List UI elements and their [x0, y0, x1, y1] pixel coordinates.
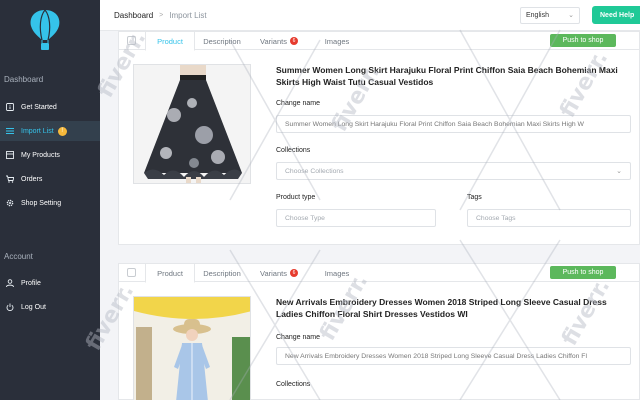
chevron-right-icon: > [159, 12, 164, 19]
variants-count-badge: 6 [289, 37, 298, 45]
breadcrumb-import-list: Import List [169, 11, 207, 20]
tags-select[interactable]: Choose Tags [467, 209, 631, 227]
products-icon [6, 151, 14, 159]
tab-variants[interactable]: Variants 6 [249, 32, 309, 50]
change-name-input[interactable]: New Arrivals Embroidery Dresses Women 20… [276, 347, 631, 365]
product-title: Summer Women Long Skirt Harajuku Floral … [276, 65, 618, 87]
tags-label: Tags [467, 194, 482, 201]
sidebar-item-label: Orders [21, 175, 43, 183]
tab-variants[interactable]: Variants 6 [249, 264, 309, 282]
change-name-label: Change name [276, 100, 320, 107]
sidebar-item-profile[interactable]: Profile [0, 273, 100, 293]
push-to-shop-button[interactable]: Push to shop [550, 34, 616, 47]
info-icon [6, 103, 14, 111]
language-value: English [526, 12, 549, 19]
sidebar-item-get-started[interactable]: Get Started [0, 97, 100, 117]
product-image [133, 296, 251, 400]
chevron-down-icon: ⌄ [616, 168, 622, 175]
need-help-button[interactable]: Need Help [592, 6, 640, 24]
cart-icon [6, 175, 14, 183]
tab-product[interactable]: Product [145, 32, 195, 51]
collections-placeholder: Choose Collections [285, 167, 344, 175]
sidebar-item-import-list[interactable]: Import List ! [0, 121, 100, 141]
sidebar-item-my-products[interactable]: My Products [0, 145, 100, 165]
language-select[interactable]: English ⌄ [520, 7, 580, 24]
chevron-down-icon: ⌄ [568, 12, 574, 19]
balloon-logo-icon[interactable] [28, 8, 62, 52]
gear-icon [6, 199, 14, 207]
product-card: Product Description Variants 6 Images Pu… [118, 263, 640, 400]
select-product-checkbox[interactable] [127, 268, 136, 277]
breadcrumb: Dashboard > Import List [114, 11, 207, 20]
product-image [133, 64, 251, 184]
sidebar-item-shop-setting[interactable]: Shop Setting [0, 193, 100, 213]
tab-images[interactable]: Images [309, 32, 365, 50]
sidebar-item-label: Profile [21, 279, 41, 287]
dress-illustration [134, 297, 250, 400]
collections-label: Collections [276, 381, 311, 388]
product-card: Product Description Variants 6 Images Pu… [118, 31, 640, 245]
tab-description[interactable]: Description [195, 32, 249, 50]
product-title: New Arrivals Embroidery Dresses Women 20… [276, 297, 607, 319]
sidebar-section-dashboard: Dashboard [4, 75, 44, 84]
sidebar-item-label: Shop Setting [21, 199, 62, 207]
sidebar-section-account: Account [4, 252, 33, 261]
sidebar-item-log-out[interactable]: Log Out [0, 297, 100, 317]
sidebar: Dashboard Get Started Import List ! My P… [0, 0, 100, 400]
list-icon [6, 127, 14, 135]
change-name-label: Change name [276, 334, 320, 341]
product-type-select[interactable]: Choose Type [276, 209, 436, 227]
product-type-label: Product type [276, 194, 316, 201]
variants-count-badge: 6 [289, 269, 298, 277]
type-placeholder: Choose Type [285, 214, 325, 222]
import-count-badge: ! [57, 126, 67, 136]
skirt-illustration [134, 65, 250, 183]
tags-placeholder: Choose Tags [476, 214, 516, 222]
sidebar-item-label: Log Out [21, 303, 46, 311]
top-header: Dashboard > Import List English ⌄ Need H… [100, 0, 640, 31]
tab-variants-label: Variants [260, 36, 287, 46]
power-icon [6, 303, 14, 311]
sidebar-item-orders[interactable]: Orders [0, 169, 100, 189]
user-icon [6, 279, 14, 287]
product-tabs: Product Description Variants 6 Images Pu… [119, 264, 640, 283]
sidebar-item-label: Get Started [21, 103, 57, 111]
collections-select[interactable]: Choose Collections ⌄ [276, 162, 631, 180]
tab-images[interactable]: Images [309, 264, 365, 282]
tab-variants-label: Variants [260, 268, 287, 278]
tab-product[interactable]: Product [145, 264, 195, 283]
change-name-input[interactable]: Summer Women Long Skirt Harajuku Floral … [276, 115, 631, 133]
product-tabs: Product Description Variants 6 Images Pu… [119, 32, 640, 51]
push-to-shop-button[interactable]: Push to shop [550, 266, 616, 279]
collections-label: Collections [276, 147, 311, 154]
breadcrumb-dashboard[interactable]: Dashboard [114, 11, 153, 20]
sidebar-item-label: My Products [21, 151, 60, 159]
select-product-checkbox[interactable] [127, 36, 136, 45]
tab-description[interactable]: Description [195, 264, 249, 282]
sidebar-item-label: Import List [21, 127, 54, 135]
